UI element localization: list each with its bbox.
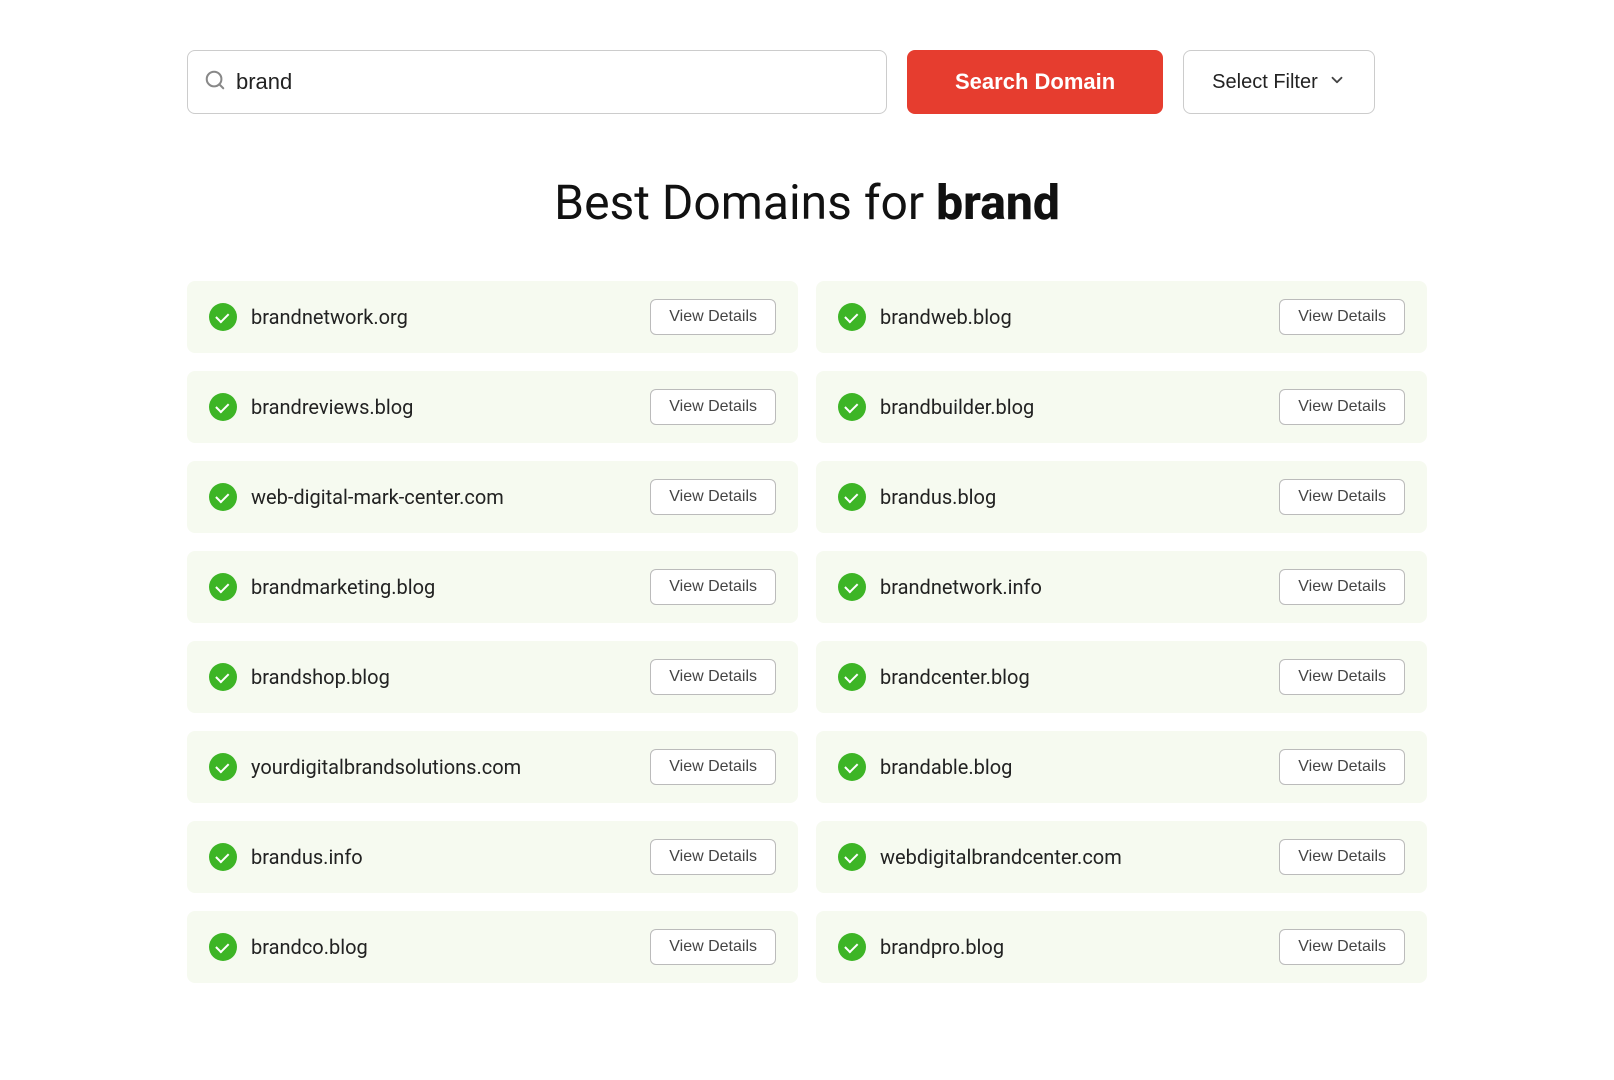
domain-item: brandco.blog View Details <box>187 911 798 983</box>
domain-name: webdigitalbrandcenter.com <box>880 845 1122 869</box>
domain-name: brandmarketing.blog <box>251 575 435 599</box>
domain-name: brandnetwork.info <box>880 575 1042 599</box>
view-details-button[interactable]: View Details <box>1279 659 1405 695</box>
domain-item: webdigitalbrandcenter.com View Details <box>816 821 1427 893</box>
domain-item: brandable.blog View Details <box>816 731 1427 803</box>
available-icon <box>209 303 237 331</box>
domain-name: yourdigitalbrandsolutions.com <box>251 755 521 779</box>
domain-item: brandreviews.blog View Details <box>187 371 798 443</box>
domain-item: brandnetwork.info View Details <box>816 551 1427 623</box>
domain-item: brandmarketing.blog View Details <box>187 551 798 623</box>
available-icon <box>838 843 866 871</box>
search-input-wrapper <box>187 50 887 114</box>
domain-left: brandnetwork.info <box>838 573 1042 601</box>
domain-left: brandreviews.blog <box>209 393 413 421</box>
domain-left: brandcenter.blog <box>838 663 1030 691</box>
view-details-button[interactable]: View Details <box>650 569 776 605</box>
view-details-button[interactable]: View Details <box>650 839 776 875</box>
available-icon <box>838 483 866 511</box>
domain-left: brandable.blog <box>838 753 1012 781</box>
domain-item: brandus.blog View Details <box>816 461 1427 533</box>
view-details-button[interactable]: View Details <box>650 389 776 425</box>
available-icon <box>838 753 866 781</box>
domain-left: brandshop.blog <box>209 663 390 691</box>
domain-item: brandpro.blog View Details <box>816 911 1427 983</box>
view-details-button[interactable]: View Details <box>650 749 776 785</box>
domain-name: brandco.blog <box>251 935 368 959</box>
view-details-button[interactable]: View Details <box>1279 389 1405 425</box>
view-details-button[interactable]: View Details <box>1279 569 1405 605</box>
domain-left: yourdigitalbrandsolutions.com <box>209 753 521 781</box>
domain-item: brandnetwork.org View Details <box>187 281 798 353</box>
domain-name: brandus.blog <box>880 485 996 509</box>
view-details-button[interactable]: View Details <box>1279 839 1405 875</box>
available-icon <box>209 663 237 691</box>
view-details-button[interactable]: View Details <box>1279 749 1405 785</box>
view-details-button[interactable]: View Details <box>650 479 776 515</box>
search-bar: Search Domain Select Filter <box>187 50 1427 114</box>
domain-item: brandus.info View Details <box>187 821 798 893</box>
available-icon <box>838 933 866 961</box>
page-title: Best Domains for brand <box>187 174 1427 231</box>
domain-left: brandus.blog <box>838 483 996 511</box>
chevron-down-icon <box>1328 71 1346 94</box>
search-icon <box>204 69 226 96</box>
search-input[interactable] <box>236 69 870 95</box>
available-icon <box>209 573 237 601</box>
domain-item: web-digital-mark-center.com View Details <box>187 461 798 533</box>
domain-name: brandus.info <box>251 845 363 869</box>
filter-select-button[interactable]: Select Filter <box>1183 50 1375 114</box>
available-icon <box>209 933 237 961</box>
domain-left: brandco.blog <box>209 933 368 961</box>
domain-left: webdigitalbrandcenter.com <box>838 843 1122 871</box>
domain-left: brandnetwork.org <box>209 303 408 331</box>
domain-left: brandweb.blog <box>838 303 1012 331</box>
available-icon <box>838 573 866 601</box>
available-icon <box>838 393 866 421</box>
view-details-button[interactable]: View Details <box>1279 299 1405 335</box>
view-details-button[interactable]: View Details <box>650 659 776 695</box>
domain-left: brandbuilder.blog <box>838 393 1034 421</box>
domain-item: brandweb.blog View Details <box>816 281 1427 353</box>
filter-label: Select Filter <box>1212 71 1318 94</box>
domain-name: brandshop.blog <box>251 665 390 689</box>
domain-item: brandcenter.blog View Details <box>816 641 1427 713</box>
domain-name: brandcenter.blog <box>880 665 1030 689</box>
domain-left: brandpro.blog <box>838 933 1004 961</box>
view-details-button[interactable]: View Details <box>1279 479 1405 515</box>
available-icon <box>838 303 866 331</box>
available-icon <box>209 393 237 421</box>
domain-name: brandable.blog <box>880 755 1012 779</box>
domain-left: brandus.info <box>209 843 363 871</box>
domain-left: web-digital-mark-center.com <box>209 483 504 511</box>
available-icon <box>838 663 866 691</box>
domain-name: brandpro.blog <box>880 935 1004 959</box>
domain-name: web-digital-mark-center.com <box>251 485 504 509</box>
available-icon <box>209 753 237 781</box>
domain-name: brandreviews.blog <box>251 395 413 419</box>
domain-item: brandshop.blog View Details <box>187 641 798 713</box>
domain-item: yourdigitalbrandsolutions.com View Detai… <box>187 731 798 803</box>
domain-name: brandbuilder.blog <box>880 395 1034 419</box>
search-domain-button[interactable]: Search Domain <box>907 50 1163 114</box>
view-details-button[interactable]: View Details <box>650 299 776 335</box>
domain-name: brandweb.blog <box>880 305 1012 329</box>
available-icon <box>209 843 237 871</box>
domains-grid: brandnetwork.org View Details brandweb.b… <box>187 281 1427 983</box>
domain-name: brandnetwork.org <box>251 305 408 329</box>
view-details-button[interactable]: View Details <box>1279 929 1405 965</box>
view-details-button[interactable]: View Details <box>650 929 776 965</box>
domain-item: brandbuilder.blog View Details <box>816 371 1427 443</box>
domain-left: brandmarketing.blog <box>209 573 435 601</box>
available-icon <box>209 483 237 511</box>
